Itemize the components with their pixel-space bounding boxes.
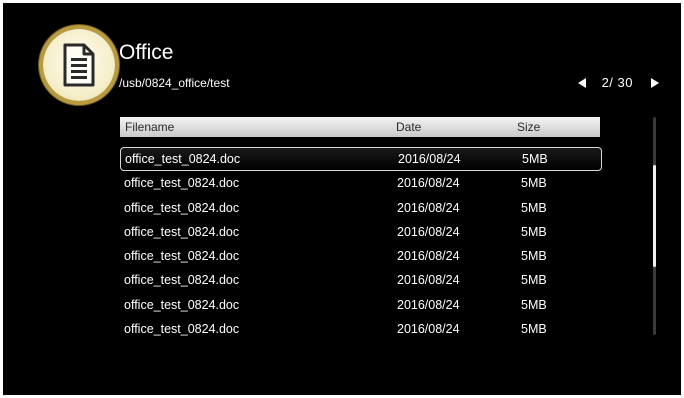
file-size: 5MB	[521, 297, 547, 312]
file-date: 2016/08/24	[397, 224, 460, 239]
file-size: 5MB	[521, 322, 547, 337]
file-row[interactable]: office_test_0824.doc 2016/08/24 5MB	[120, 171, 602, 195]
document-icon	[43, 29, 115, 101]
file-name: office_test_0824.doc	[125, 151, 241, 166]
file-date: 2016/08/24	[398, 151, 461, 166]
file-name: office_test_0824.doc	[124, 322, 240, 337]
next-page-arrow-icon[interactable]	[651, 78, 659, 88]
file-date: 2016/08/24	[397, 249, 460, 264]
file-name: office_test_0824.doc	[124, 249, 240, 264]
file-size: 5MB	[521, 273, 547, 288]
file-row[interactable]: office_test_0824.doc 2016/08/24 5MB	[120, 317, 602, 341]
file-size: 5MB	[522, 151, 548, 166]
file-name: office_test_0824.doc	[124, 224, 240, 239]
file-date: 2016/08/24	[397, 176, 460, 191]
previous-page-arrow-icon[interactable]	[577, 78, 586, 88]
file-name: office_test_0824.doc	[124, 273, 240, 288]
scrollbar[interactable]	[653, 117, 656, 335]
file-size: 5MB	[521, 200, 547, 215]
file-row-selected[interactable]: office_test_0824.doc 2016/08/24 5MB	[120, 147, 602, 172]
folder-path: /usb/0824_office/test	[119, 76, 230, 90]
file-date: 2016/08/24	[397, 297, 460, 312]
pagination: 2/ 30	[577, 75, 659, 91]
file-name: office_test_0824.doc	[124, 176, 240, 191]
file-row[interactable]: office_test_0824.doc 2016/08/24 5MB	[120, 268, 602, 292]
file-list: office_test_0824.doc 2016/08/24 5MB offi…	[120, 147, 602, 341]
column-header-size: Size	[517, 120, 541, 134]
table-header: Filename Date Size	[120, 117, 600, 137]
file-row[interactable]: office_test_0824.doc 2016/08/24 5MB	[120, 293, 602, 317]
file-name: office_test_0824.doc	[124, 297, 240, 312]
column-header-filename: Filename	[125, 120, 175, 134]
page-title: Office	[119, 41, 174, 64]
file-name: office_test_0824.doc	[124, 200, 240, 215]
scrollbar-thumb[interactable]	[653, 165, 656, 267]
file-date: 2016/08/24	[397, 322, 460, 337]
file-size: 5MB	[521, 176, 547, 191]
media-player-screen: Office /usb/0824_office/test 2/ 30 Filen…	[3, 3, 681, 395]
file-row[interactable]: office_test_0824.doc 2016/08/24 5MB	[120, 220, 602, 244]
page-indicator: 2/ 30	[601, 75, 633, 90]
file-size: 5MB	[521, 224, 547, 239]
file-row[interactable]: office_test_0824.doc 2016/08/24 5MB	[120, 244, 602, 268]
column-header-date: Date	[396, 120, 422, 134]
file-size: 5MB	[521, 249, 547, 264]
file-date: 2016/08/24	[397, 273, 460, 288]
file-date: 2016/08/24	[397, 200, 460, 215]
file-row[interactable]: office_test_0824.doc 2016/08/24 5MB	[120, 196, 602, 220]
